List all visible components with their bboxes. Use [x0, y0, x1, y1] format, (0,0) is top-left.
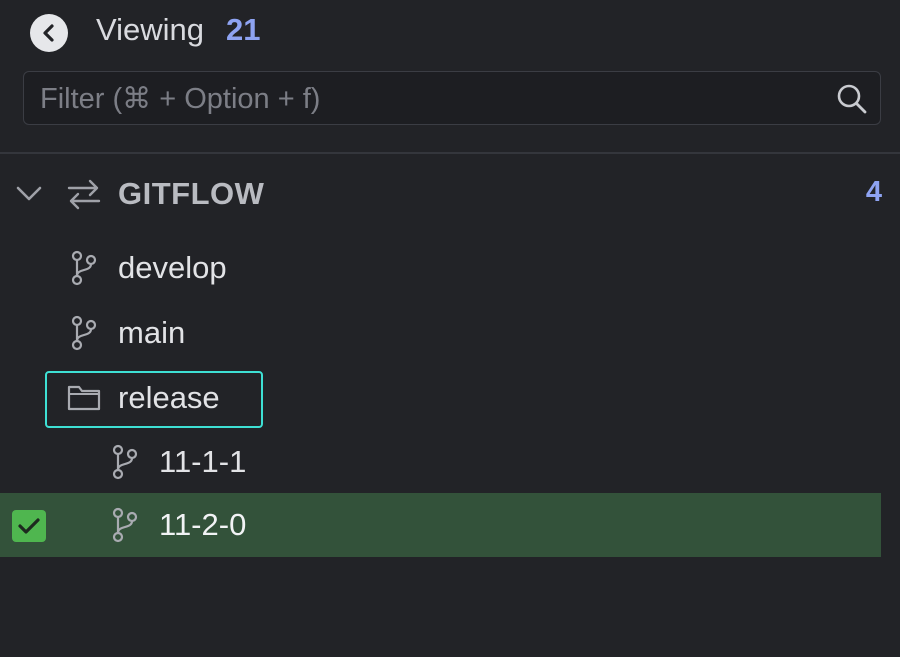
branch-icon [71, 315, 97, 351]
panel-header: Viewing 21 [0, 0, 900, 64]
viewing-label: Viewing [96, 12, 205, 47]
back-button[interactable] [30, 14, 68, 52]
branch-label: 11-2-0 [159, 507, 247, 542]
branch-label: 11-1-1 [159, 444, 247, 479]
folder-label: release [118, 380, 220, 415]
folder-icon [67, 385, 101, 411]
group-row-gitflow[interactable]: GITFLOW 4 [0, 162, 900, 226]
branch-label: develop [118, 250, 227, 285]
branch-checkbox[interactable] [12, 510, 46, 542]
search-icon[interactable] [836, 83, 868, 115]
check-icon [18, 518, 40, 534]
branch-item-main[interactable]: main [0, 301, 900, 365]
swap-arrows-icon [67, 179, 101, 210]
group-count: 4 [865, 176, 882, 208]
branch-icon [112, 444, 138, 480]
branch-item-11-1-1[interactable]: 11-1-1 [0, 430, 900, 494]
header-divider [0, 152, 900, 154]
chevron-down-icon[interactable] [14, 180, 44, 206]
chevron-left-icon [43, 24, 54, 42]
viewing-count: 21 [226, 12, 261, 47]
branch-panel: Viewing 21 GITFLOW 4 develop [0, 0, 900, 657]
scrollbar-track[interactable] [881, 154, 900, 657]
branch-icon [112, 507, 138, 543]
branch-item-develop[interactable]: develop [0, 236, 900, 300]
filter-input[interactable] [38, 78, 822, 120]
branch-label: main [118, 315, 186, 350]
branch-icon [71, 250, 97, 286]
group-label: GITFLOW [118, 176, 265, 211]
filter-box [23, 71, 881, 125]
